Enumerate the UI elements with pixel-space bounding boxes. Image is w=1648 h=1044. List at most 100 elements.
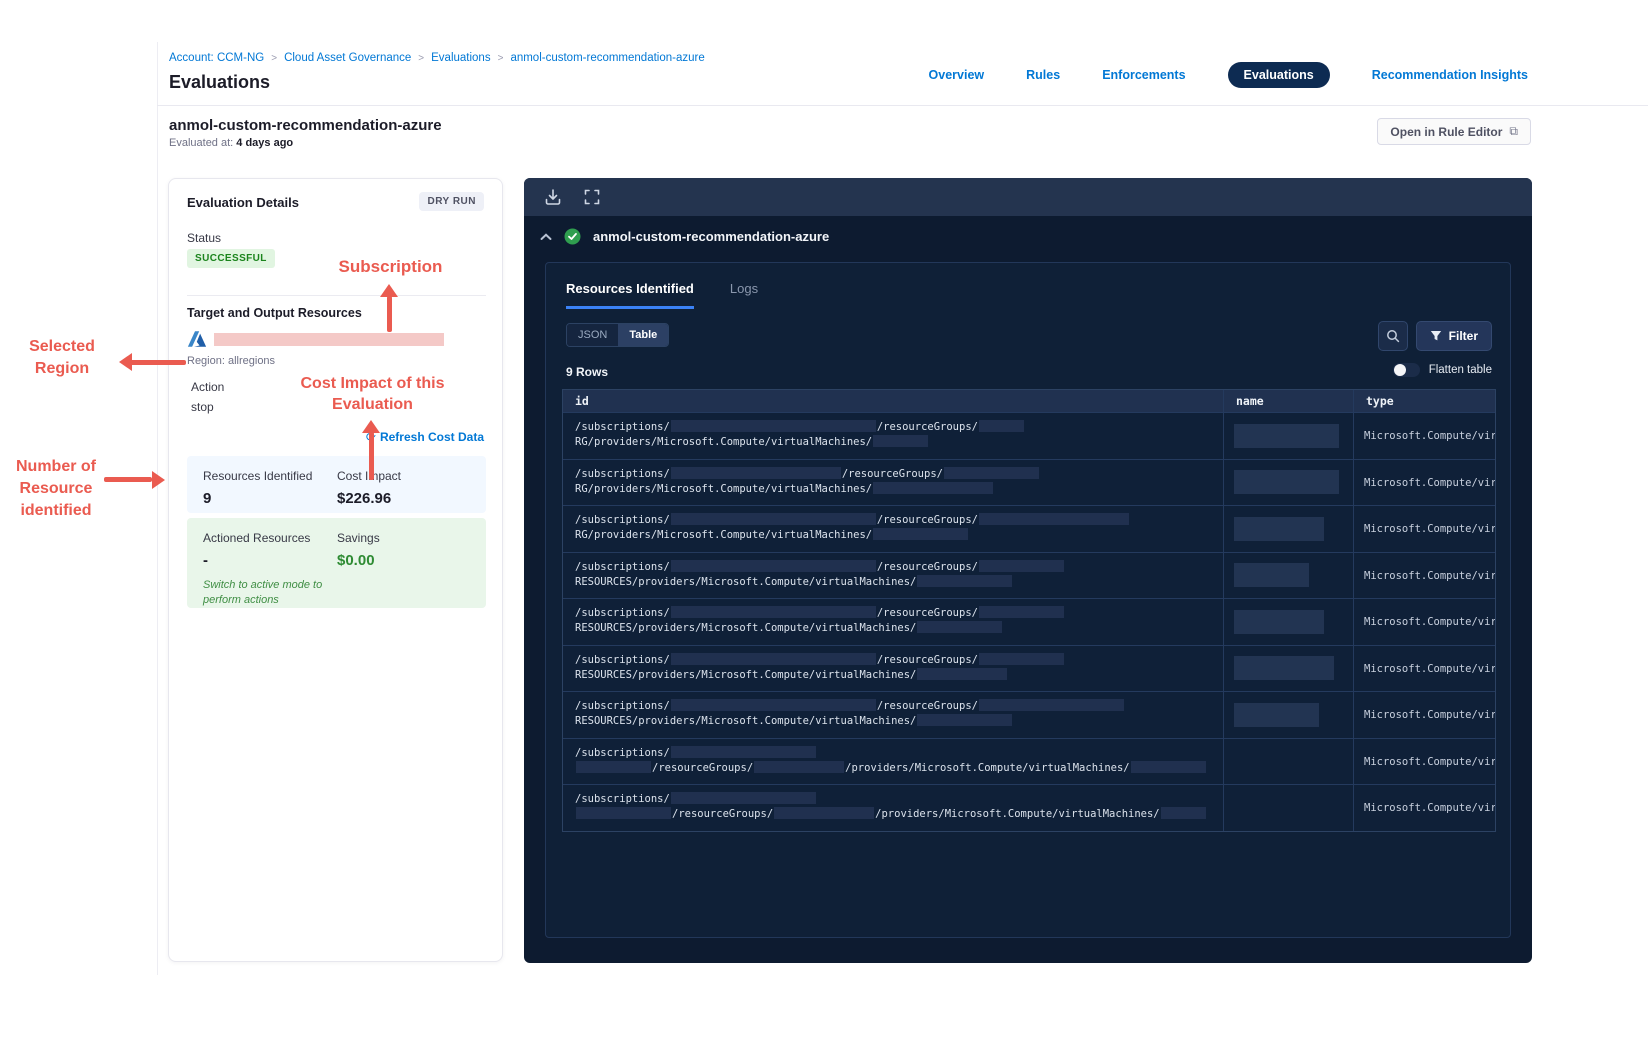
actioned-resources-box: Actioned Resources - Savings $0.00 Switc…: [187, 518, 486, 608]
redacted-bar: [670, 513, 876, 525]
page-title: Evaluations: [169, 72, 271, 92]
redacted-bar: [670, 466, 841, 479]
tab-rules[interactable]: Rules: [1026, 68, 1060, 82]
redacted-bar: [943, 466, 1039, 479]
breadcrumb-evaluations[interactable]: Evaluations: [431, 52, 490, 64]
name-cell: [1223, 645, 1353, 691]
savings-value: $0.00: [337, 552, 375, 569]
azure-icon: [187, 329, 207, 349]
top-nav: Overview Rules Enforcements Evaluations …: [929, 62, 1528, 88]
column-header-id: id: [575, 394, 589, 408]
viewer-toolbar: [524, 178, 1532, 216]
breadcrumb-governance[interactable]: Cloud Asset Governance: [284, 52, 411, 64]
open-rule-editor-label: Open in Rule Editor: [1390, 124, 1503, 139]
flatten-toggle[interactable]: [1392, 363, 1420, 377]
tab-evaluations[interactable]: Evaluations: [1227, 62, 1330, 88]
resources-identified-box: Resources Identified 9 Cost Impact $226.…: [187, 456, 486, 513]
header-divider: [157, 105, 1648, 106]
tab-overview[interactable]: Overview: [929, 68, 985, 82]
redacted-bar: [670, 606, 876, 618]
details-title: Evaluation Details: [187, 195, 299, 210]
tab-recommendation-insights[interactable]: Recommendation Insights: [1372, 68, 1528, 82]
path-text: /resourceGroups/: [876, 560, 978, 573]
redacted-bar: [670, 792, 816, 804]
path-text: /providers/Microsoft.Compute/virtualMach…: [875, 808, 1160, 820]
open-rule-editor-button[interactable]: Open in Rule Editor ⧉: [1377, 118, 1531, 145]
collapse-chevron-icon[interactable]: [540, 232, 552, 241]
evaluation-title: anmol-custom-recommendation-azure: [169, 117, 442, 134]
resource-count-arrow-icon: [152, 471, 165, 489]
breadcrumb: Account: CCM-NG > Cloud Asset Governance > E…: [169, 52, 705, 64]
path-text: RG/providers/Microsoft.Compute/virtualMa…: [575, 436, 873, 448]
tab-resources-identified[interactable]: Resources Identified: [566, 281, 694, 309]
table-view-button[interactable]: Table: [618, 324, 669, 346]
path-text: /resourceGroups/: [876, 607, 978, 619]
table-row: /subscriptions/ /resourceGroups/RG/provid…: [563, 412, 1495, 459]
redacted-bar: [873, 528, 969, 540]
redacted-bar: [917, 574, 1013, 587]
path-text: /resourceGroups/: [876, 421, 978, 433]
redacted-subscription-bar: [214, 332, 444, 346]
redacted-bar: [1234, 516, 1324, 541]
json-view-button[interactable]: JSON: [567, 324, 619, 346]
action-value: stop: [191, 400, 214, 414]
selected-region-arrow-line: [130, 360, 186, 365]
region-value: Region: allregions: [187, 355, 276, 367]
table-row: /subscriptions//resourceGroups//provider…: [563, 784, 1495, 831]
path-text: /subscriptions/: [575, 653, 670, 666]
redacted-bar: [873, 435, 929, 447]
success-check-icon: [564, 228, 581, 245]
path-text: /resourceGroups/: [876, 514, 978, 526]
path-text: /resourceGroups/: [876, 700, 978, 712]
flatten-table-label: Flatten table: [1428, 364, 1492, 376]
subscription-arrow-line: [387, 296, 392, 332]
path-text: /providers/Microsoft.Compute/virtualMach…: [845, 761, 1130, 774]
type-cell: Microsoft.Compute/virtu: [1353, 599, 1495, 645]
type-cell: Microsoft.Compute/virtu: [1353, 413, 1495, 459]
path-text: /subscriptions/: [575, 421, 670, 433]
redacted-bar: [978, 513, 1129, 525]
download-icon[interactable]: [544, 188, 562, 206]
name-cell: [1223, 738, 1353, 784]
table-row: /subscriptions/ /resourceGroups/RG/provid…: [563, 505, 1495, 552]
cost-impact-value: $226.96: [337, 490, 392, 507]
annotation-resource-count: Number of Resource identified: [16, 458, 96, 519]
subscription-row: [187, 329, 444, 349]
redacted-bar: [1160, 807, 1206, 819]
fullscreen-icon[interactable]: [584, 189, 600, 205]
evaluation-details-card: Evaluation Details DRY RUN Status SUCCES…: [168, 178, 503, 962]
breadcrumb-separator: >: [271, 53, 278, 64]
path-text: /resourceGroups/: [841, 467, 943, 480]
tab-logs[interactable]: Logs: [730, 281, 758, 309]
refresh-label: Refresh Cost Data: [379, 430, 484, 444]
path-text: /resourceGroups/: [876, 653, 978, 666]
table-row: /subscriptions/ /resourceGroups/RESOURCES…: [563, 644, 1495, 691]
actioned-resources-value: -: [203, 552, 208, 569]
path-text: RESOURCES/providers/Microsoft.Compute/vi…: [575, 622, 917, 634]
action-label: Action: [191, 380, 225, 394]
filter-button[interactable]: Filter: [1415, 321, 1492, 351]
path-text: /subscriptions/: [575, 560, 670, 573]
breadcrumb-current[interactable]: anmol-custom-recommendation-azure: [510, 52, 704, 64]
breadcrumb-account[interactable]: Account: CCM-NG: [169, 52, 264, 64]
id-cell: /subscriptions/ /resourceGroups/RG/provid…: [563, 413, 1223, 459]
path-text: /resourceGroups/: [652, 761, 754, 774]
rows-count: 9 Rows: [566, 365, 609, 379]
redacted-bar: [978, 699, 1124, 711]
path-text: /subscriptions/: [575, 700, 670, 712]
path-text: RG/providers/Microsoft.Compute/virtualMa…: [575, 482, 873, 495]
savings-label: Savings: [337, 531, 380, 545]
tab-enforcements[interactable]: Enforcements: [1102, 68, 1185, 82]
resource-count-arrow-line: [104, 477, 152, 482]
viewer-header-row: anmol-custom-recommendation-azure: [540, 228, 829, 245]
resources-identified-label: Resources Identified: [203, 469, 313, 483]
path-text: RESOURCES/providers/Microsoft.Compute/vi…: [575, 715, 917, 727]
search-button[interactable]: [1378, 321, 1408, 351]
type-cell: Microsoft.Compute/virtu: [1353, 552, 1495, 598]
left-gutter-divider: [157, 42, 158, 975]
table-row: /subscriptions//resourceGroups//provider…: [563, 737, 1495, 784]
divider: [187, 295, 486, 296]
redacted-bar: [670, 745, 816, 758]
column-header-name: name: [1223, 390, 1353, 412]
refresh-cost-data-link[interactable]: ⟳Refresh Cost Data: [366, 430, 484, 444]
